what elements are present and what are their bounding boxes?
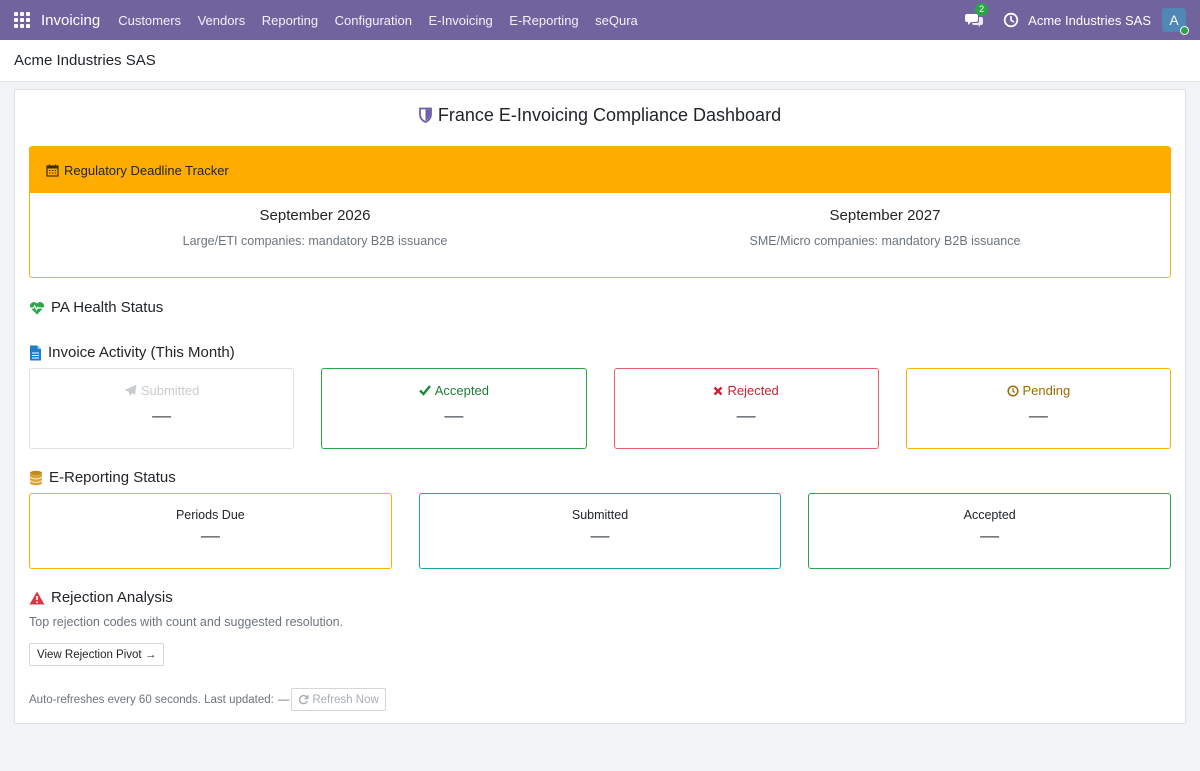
deadline-description: SME/Micro companies: mandatory B2B issua… [749, 234, 1021, 248]
last-updated-value: — [277, 693, 290, 706]
ereporting-submitted-value: — [590, 526, 610, 547]
submitted-card[interactable]: Submitted — [29, 368, 295, 449]
rejection-title: Rejection Analysis [51, 589, 173, 606]
refresh-icon [299, 694, 309, 705]
avatar-letter: A [1169, 12, 1179, 28]
control-panel: Acme Industries SAS [0, 40, 1200, 82]
menu-sequra[interactable]: seQura [595, 13, 638, 28]
ereporting-section-title: E-Reporting Status [29, 469, 1171, 486]
periods-due-label: Periods Due [175, 508, 245, 522]
database-icon [29, 470, 43, 485]
dashboard-card: France E-Invoicing Compliance Dashboard … [14, 89, 1186, 724]
warning-icon [29, 591, 45, 604]
rejected-value: — [736, 406, 756, 427]
rejected-label: Rejected [727, 383, 779, 398]
submitted-label: Submitted [140, 383, 200, 398]
menu-vendors[interactable]: Vendors [198, 13, 246, 28]
top-navbar: Invoicing Customers Vendors Reporting Co… [0, 0, 1200, 40]
app-brand[interactable]: Invoicing [41, 12, 100, 29]
rejection-section-title: Rejection Analysis [29, 589, 1171, 606]
rejection-description: Top rejection codes with count and sugge… [29, 615, 344, 629]
menu-configuration[interactable]: Configuration [335, 13, 412, 28]
navbar-systray: 2 Acme Industries SAS A [965, 3, 1200, 35]
pending-card[interactable]: Pending — [905, 368, 1171, 449]
user-avatar[interactable]: A [1162, 8, 1189, 35]
ereporting-accepted-value: — [980, 526, 1000, 547]
dashboard-title-text: France E-Invoicing Compliance Dashboard [437, 105, 782, 125]
calendar-icon [46, 164, 59, 177]
invoice-activity-title: Invoice Activity (This Month) [48, 344, 235, 361]
accepted-card[interactable]: Accepted — [321, 368, 587, 449]
main-menu: Customers Vendors Reporting Configuratio… [118, 13, 654, 28]
refresh-now-button[interactable]: Refresh Now [291, 688, 386, 711]
company-switcher[interactable]: Acme Industries SAS [1028, 13, 1151, 28]
dashboard-title: France E-Invoicing Compliance Dashboard [29, 104, 1171, 126]
paper-plane-icon [124, 384, 137, 396]
heartbeat-icon [30, 301, 44, 314]
pending-label: Pending [1022, 383, 1071, 398]
apps-grid-icon[interactable] [14, 12, 30, 28]
accepted-value: — [444, 406, 464, 427]
deadline-date: September 2026 [259, 207, 371, 224]
invoice-activity-cards: Submitted — Accepted — Rejected — Pendin… [29, 368, 1171, 449]
pa-health-title: PA Health Status [51, 299, 164, 316]
check-icon [418, 385, 431, 396]
ereporting-submitted-label: Submitted [571, 508, 629, 522]
online-status-dot [1180, 26, 1189, 35]
ereporting-accepted-label: Accepted [963, 508, 1016, 522]
deadline-tracker-title: Regulatory Deadline Tracker [64, 162, 229, 178]
deadline-date: September 2027 [829, 207, 941, 224]
shield-icon [419, 106, 432, 128]
deadline-tracker-card: Regulatory Deadline Tracker September 20… [29, 146, 1171, 278]
deadline-list: September 2026 Large/ETI companies: mand… [30, 193, 1170, 248]
pa-health-section-title: PA Health Status [29, 299, 1171, 316]
menu-e-invoicing[interactable]: E-Invoicing [428, 13, 492, 28]
deadline-description: Large/ETI companies: mandatory B2B issua… [182, 234, 448, 248]
ereporting-accepted-card[interactable]: Accepted — [808, 493, 1172, 569]
submitted-value: — [152, 406, 172, 427]
refresh-footer: Auto-refreshes every 60 seconds. Last up… [29, 688, 1171, 711]
deadline-item: September 2027 SME/Micro companies: mand… [600, 193, 1170, 248]
accepted-label: Accepted [434, 383, 489, 398]
periods-due-value: — [200, 526, 220, 547]
pending-value: — [1028, 406, 1048, 427]
activity-clock-icon[interactable] [1003, 12, 1019, 28]
deadline-item: September 2026 Large/ETI companies: mand… [30, 193, 600, 248]
view-rejection-pivot-button[interactable]: View Rejection Pivot → [29, 643, 165, 666]
menu-customers[interactable]: Customers [118, 13, 181, 28]
ereporting-submitted-card[interactable]: Submitted — [418, 493, 782, 569]
clock-icon [1006, 384, 1019, 397]
refresh-now-label: Refresh Now [312, 693, 379, 706]
menu-reporting[interactable]: Reporting [262, 13, 318, 28]
ereporting-title: E-Reporting Status [49, 469, 176, 486]
breadcrumb: Acme Industries SAS [14, 52, 156, 69]
x-mark-icon [714, 386, 723, 395]
chat-count-badge: 2 [975, 3, 989, 16]
periods-due-card[interactable]: Periods Due — [29, 493, 392, 569]
auto-refresh-text: Auto-refreshes every 60 seconds. Last up… [29, 693, 274, 706]
chat-icon[interactable]: 2 [965, 3, 989, 28]
invoice-activity-section-title: Invoice Activity (This Month) [29, 344, 1171, 361]
ereporting-cards: Periods Due — Submitted — Accepted — [29, 493, 1172, 569]
document-icon [30, 345, 41, 360]
rejected-card[interactable]: Rejected — [613, 368, 879, 449]
deadline-tracker-header: Regulatory Deadline Tracker [30, 147, 1170, 193]
menu-e-reporting[interactable]: E-Reporting [509, 13, 578, 28]
